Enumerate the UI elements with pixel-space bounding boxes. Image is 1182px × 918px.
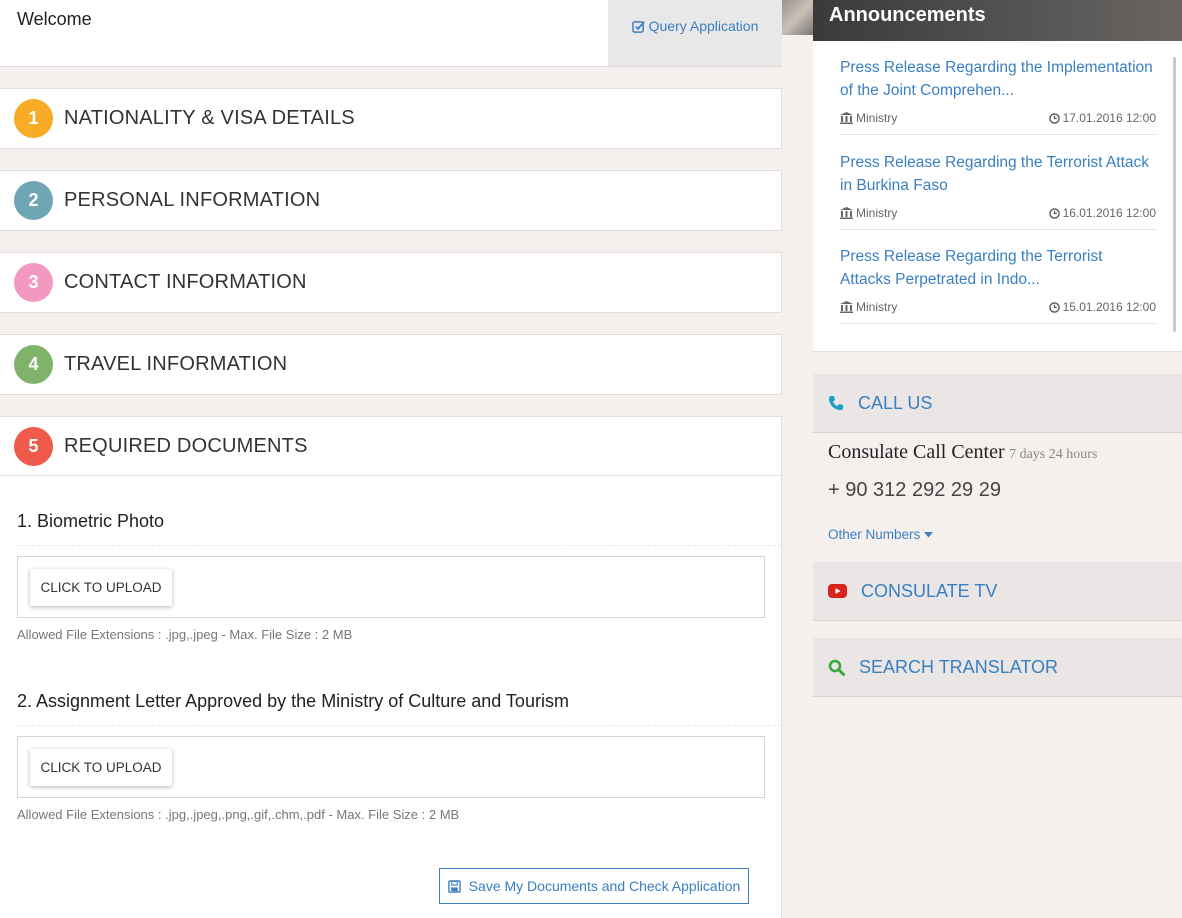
sidebar: Announcements Press Release Regarding th… bbox=[813, 0, 1182, 918]
announcement-item: Press Release Regarding the Implementati… bbox=[840, 41, 1156, 135]
call-center-phone: + 90 312 292 29 29 bbox=[828, 479, 1001, 501]
announcements-header: Announcements bbox=[813, 0, 1182, 41]
source-label: Ministry bbox=[856, 300, 898, 314]
header-image-strip bbox=[782, 0, 813, 35]
search-translator-label: SEARCH TRANSLATOR bbox=[859, 656, 1059, 677]
step-title: TRAVEL INFORMATION bbox=[64, 353, 288, 375]
source-label: Ministry bbox=[856, 206, 898, 220]
announcement-source: Ministry bbox=[840, 206, 897, 220]
step-number-badge: 5 bbox=[14, 426, 53, 466]
application-form: Welcome Query Application 1 NATIONALITY … bbox=[0, 0, 782, 918]
institution-icon bbox=[840, 301, 853, 313]
step-number-badge: 2 bbox=[14, 181, 53, 220]
consulate-tv-panel-header[interactable]: CONSULATE TV bbox=[813, 562, 1182, 621]
institution-icon bbox=[840, 207, 853, 219]
save-documents-button[interactable]: Save My Documents and Check Application bbox=[439, 868, 749, 904]
clock-icon bbox=[1048, 207, 1060, 219]
phone-icon bbox=[829, 396, 843, 410]
announcement-date: 17.01.2016 12:00 bbox=[1048, 111, 1156, 125]
call-us-panel-header[interactable]: CALL US bbox=[813, 374, 1182, 433]
clock-icon bbox=[1048, 301, 1060, 313]
check-square-icon bbox=[631, 21, 645, 33]
date-label: 17.01.2016 12:00 bbox=[1062, 111, 1156, 125]
step-contact-information[interactable]: 3 CONTACT INFORMATION bbox=[0, 252, 782, 313]
scrollbar[interactable] bbox=[1173, 57, 1176, 332]
announcement-item: Press Release Regarding the Terrorist At… bbox=[840, 136, 1156, 230]
announcement-date: 15.01.2016 12:00 bbox=[1048, 300, 1156, 314]
call-us-content: Consulate Call Center 7 days 24 hours + … bbox=[828, 441, 1168, 542]
announcement-item: Press Release Regarding the Terrorist At… bbox=[840, 230, 1156, 324]
step-title: CONTACT INFORMATION bbox=[64, 271, 307, 293]
step-header[interactable]: 5 REQUIRED DOCUMENTS bbox=[0, 417, 781, 476]
query-application-label: Query Application bbox=[648, 18, 759, 34]
call-center-hours: 7 days 24 hours bbox=[1009, 447, 1098, 462]
announcement-source: Ministry bbox=[840, 300, 897, 314]
allowed-extensions-text: Allowed File Extensions : .jpg,.jpeg - M… bbox=[17, 627, 353, 642]
step-number-badge: 1 bbox=[14, 99, 53, 138]
upload-button[interactable]: CLICK TO UPLOAD bbox=[30, 749, 172, 786]
other-numbers-dropdown[interactable]: Other Numbers bbox=[828, 527, 934, 542]
announcements-list: Press Release Regarding the Implementati… bbox=[813, 41, 1182, 352]
search-translator-panel-header[interactable]: SEARCH TRANSLATOR bbox=[813, 638, 1182, 697]
clock-icon bbox=[1048, 112, 1060, 124]
search-icon bbox=[828, 659, 845, 676]
step-personal-information[interactable]: 2 PERSONAL INFORMATION bbox=[0, 170, 782, 231]
document-title: 1. Biometric Photo bbox=[17, 511, 165, 531]
call-us-label: CALL US bbox=[858, 392, 933, 413]
other-numbers-label: Other Numbers bbox=[828, 527, 921, 542]
upload-dropzone[interactable]: CLICK TO UPLOAD bbox=[17, 556, 765, 618]
step-number-badge: 3 bbox=[14, 263, 53, 302]
step-required-documents: 5 REQUIRED DOCUMENTS 1. Biometric Photo … bbox=[0, 416, 782, 918]
announcement-date: 16.01.2016 12:00 bbox=[1048, 206, 1156, 220]
divider bbox=[17, 545, 781, 546]
date-label: 16.01.2016 12:00 bbox=[1062, 206, 1156, 220]
step-title: REQUIRED DOCUMENTS bbox=[64, 434, 308, 457]
announcement-link[interactable]: Press Release Regarding the Terrorist At… bbox=[840, 151, 1156, 197]
upload-button[interactable]: CLICK TO UPLOAD bbox=[30, 569, 172, 606]
step-nationality-visa[interactable]: 1 NATIONALITY & VISA DETAILS bbox=[0, 88, 782, 149]
step-travel-information[interactable]: 4 TRAVEL INFORMATION bbox=[0, 334, 782, 395]
caret-down-icon bbox=[924, 531, 934, 537]
source-label: Ministry bbox=[856, 111, 898, 125]
step-number-badge: 4 bbox=[14, 345, 53, 384]
welcome-text: Welcome bbox=[17, 9, 92, 29]
institution-icon bbox=[840, 112, 853, 124]
step-title: NATIONALITY & VISA DETAILS bbox=[64, 107, 355, 129]
floppy-disk-icon bbox=[447, 879, 461, 893]
query-application-button[interactable]: Query Application bbox=[608, 0, 782, 66]
allowed-extensions-text: Allowed File Extensions : .jpg,.jpeg,.pn… bbox=[17, 807, 460, 822]
date-label: 15.01.2016 12:00 bbox=[1062, 300, 1156, 314]
step-title: PERSONAL INFORMATION bbox=[64, 189, 321, 211]
upload-dropzone[interactable]: CLICK TO UPLOAD bbox=[17, 736, 765, 798]
call-center-title: Consulate Call Center bbox=[828, 441, 1005, 463]
youtube-icon bbox=[828, 584, 847, 598]
consulate-tv-label: CONSULATE TV bbox=[861, 580, 998, 601]
welcome-bar: Welcome Query Application bbox=[0, 0, 782, 67]
announcement-link[interactable]: Press Release Regarding the Implementati… bbox=[840, 56, 1156, 102]
announcement-link[interactable]: Press Release Regarding the Terrorist At… bbox=[840, 245, 1156, 291]
announcement-source: Ministry bbox=[840, 111, 897, 125]
document-title: 2. Assignment Letter Approved by the Min… bbox=[17, 691, 569, 711]
save-documents-label: Save My Documents and Check Application bbox=[468, 878, 741, 894]
divider bbox=[17, 725, 781, 726]
